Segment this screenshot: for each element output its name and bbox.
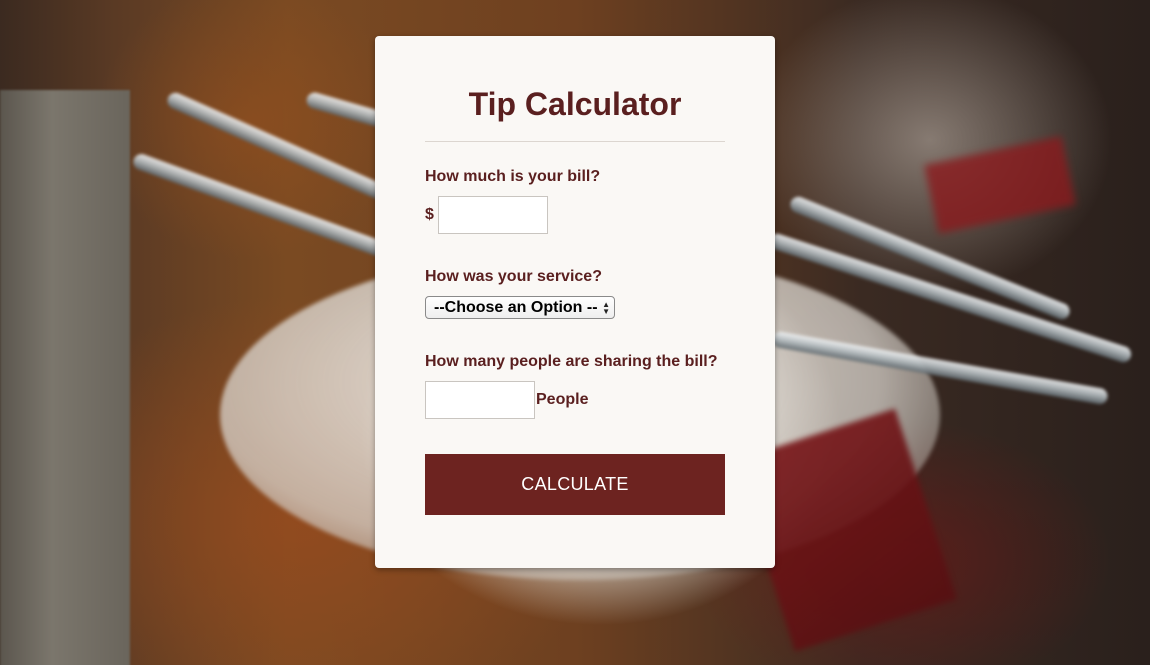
service-select-value: --Choose an Option -- [434,298,598,316]
currency-symbol: $ [425,206,434,223]
calculate-button[interactable]: CALCULATE [425,454,725,515]
tip-calculator-card: Tip Calculator How much is your bill? $ … [375,36,775,568]
people-label: How many people are sharing the bill? [425,353,718,370]
bill-amount-input[interactable] [438,196,548,234]
people-row: People [425,381,725,419]
service-select[interactable]: --Choose an Option -- ▲ ▼ [425,296,615,319]
select-arrows-icon: ▲ ▼ [602,299,610,316]
page-title: Tip Calculator [468,86,682,122]
people-count-input[interactable] [425,381,535,419]
service-label: How was your service? [425,268,602,285]
bill-label: How much is your bill? [425,168,601,185]
bill-row: $ [425,196,725,234]
background-tablecloth [0,90,130,665]
background-napkin [924,136,1076,234]
people-unit-label: People [536,391,589,408]
title-divider [425,141,725,142]
